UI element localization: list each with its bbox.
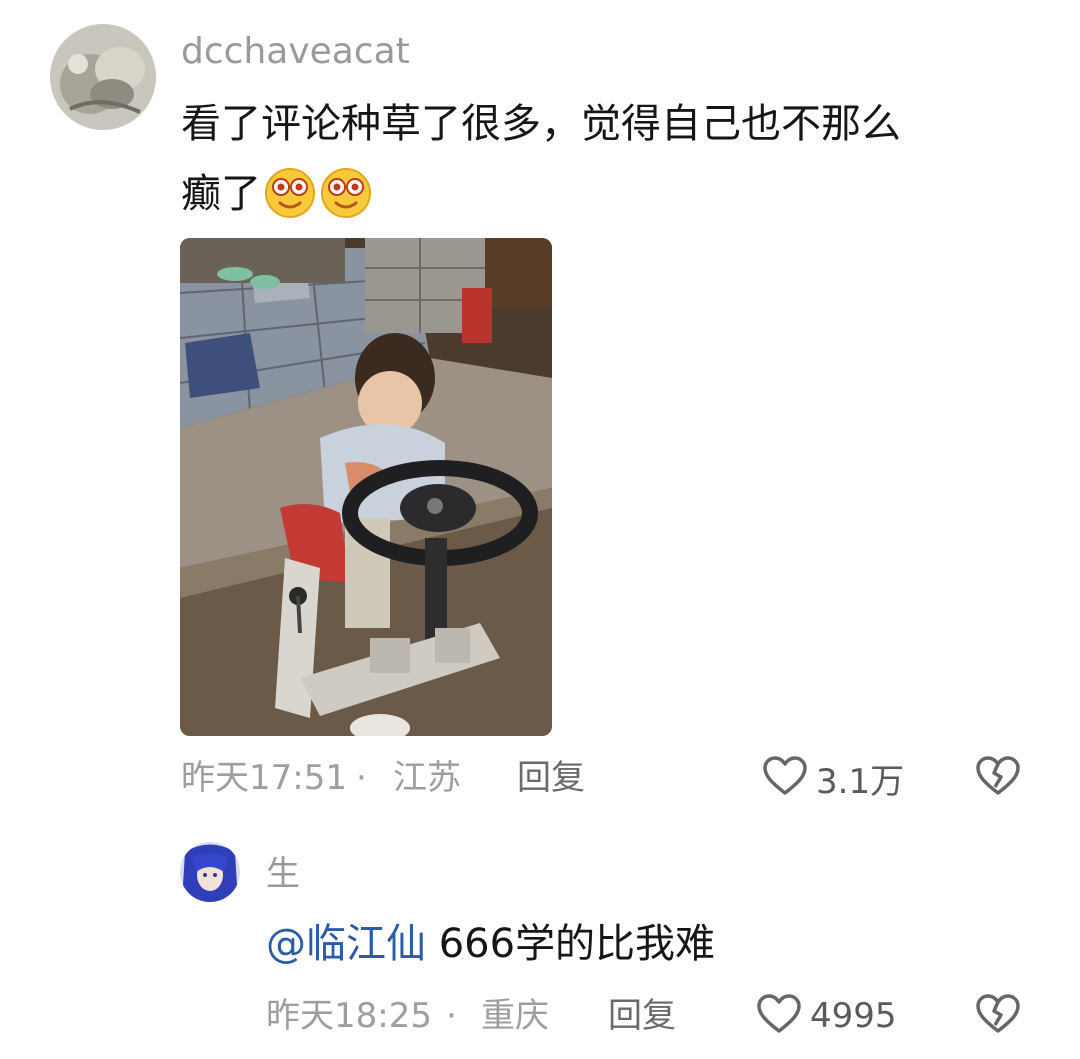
commenter-avatar[interactable]: [50, 24, 156, 130]
dislike-button[interactable]: [975, 756, 1021, 800]
reply-location: 重庆: [481, 996, 549, 1036]
reply-button[interactable]: 回复: [517, 754, 585, 802]
reply-meta: 昨天18:25 · 重庆 回复: [266, 992, 1046, 1040]
reply-reply-button[interactable]: 回复: [608, 992, 676, 1040]
broken-heart-icon: [975, 993, 1021, 1039]
reply-mention-link[interactable]: @临江仙: [266, 921, 426, 967]
reply-timestamp: 昨天18:25: [266, 996, 432, 1036]
dizzy-smile-emoji: [319, 165, 373, 219]
reply-dislike-button[interactable]: [975, 994, 1021, 1038]
reply-text: @临江仙 666学的比我难: [266, 914, 1046, 974]
meta-separator: ·: [356, 758, 367, 798]
commenter-username[interactable]: dcchaveacat: [181, 30, 410, 74]
like-count: 3.1万: [816, 761, 905, 802]
comment-text-line1: 看了评论种草了很多，觉得自己也不那么: [181, 101, 901, 147]
dizzy-smile-emoji: [263, 165, 317, 219]
reply-avatar[interactable]: [180, 842, 240, 902]
reply-username[interactable]: 生: [266, 852, 300, 896]
comment-meta: 昨天17:51 · 江苏 回复: [181, 754, 1041, 802]
reply-body: 666学的比我难: [426, 921, 716, 967]
comment-timestamp: 昨天17:51: [181, 758, 347, 798]
comment-text-tail: 癫了: [181, 171, 261, 217]
comment-photo[interactable]: [180, 238, 552, 736]
meta-separator: ·: [446, 996, 457, 1036]
like-button[interactable]: 3.1万: [762, 755, 905, 802]
heart-outline-icon: [756, 993, 802, 1039]
broken-heart-icon: [975, 755, 1021, 801]
heart-outline-icon: [762, 755, 808, 801]
comment-location: 江苏: [393, 758, 461, 798]
reply-like-button[interactable]: 4995: [756, 994, 897, 1038]
comment-text-line2: 癫了: [181, 164, 1041, 224]
comment-text: 看了评论种草了很多，觉得自己也不那么 癫了: [181, 94, 1041, 224]
reply-like-count: 4995: [810, 996, 897, 1036]
